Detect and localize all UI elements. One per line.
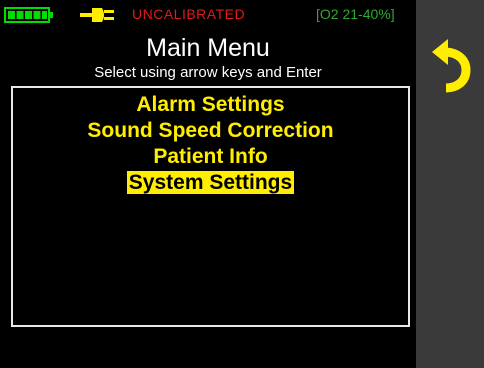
menu-item-alarm-settings[interactable]: Alarm Settings [13, 92, 408, 118]
menu-item-label[interactable]: Alarm Settings [134, 93, 286, 116]
menu-item-system-settings[interactable]: System Settings [13, 170, 408, 196]
status-bar: UNCALIBRATED [O2 21-40%] [0, 0, 416, 30]
menu-list: Alarm Settings Sound Speed Correction Pa… [13, 92, 408, 196]
plug-icon [80, 8, 114, 22]
page-subtitle: Select using arrow keys and Enter [94, 64, 322, 81]
menu-item-label[interactable]: Sound Speed Correction [85, 119, 335, 142]
side-panel [416, 0, 484, 368]
battery-full-icon [4, 7, 53, 23]
page-title: Main Menu [146, 34, 270, 62]
device-screen: UNCALIBRATED [O2 21-40%] Main Menu Selec… [0, 0, 416, 368]
back-arrow-icon[interactable] [424, 34, 476, 94]
menu-item-patient-info[interactable]: Patient Info [13, 144, 408, 170]
menu-item-sound-speed-correction[interactable]: Sound Speed Correction [13, 118, 408, 144]
menu-item-label[interactable]: Patient Info [151, 145, 269, 168]
menu-box: Alarm Settings Sound Speed Correction Pa… [11, 86, 410, 327]
menu-item-label[interactable]: System Settings [126, 171, 295, 194]
calibration-status: UNCALIBRATED [132, 6, 246, 22]
o2-range-indicator: [O2 21-40%] [316, 6, 395, 22]
